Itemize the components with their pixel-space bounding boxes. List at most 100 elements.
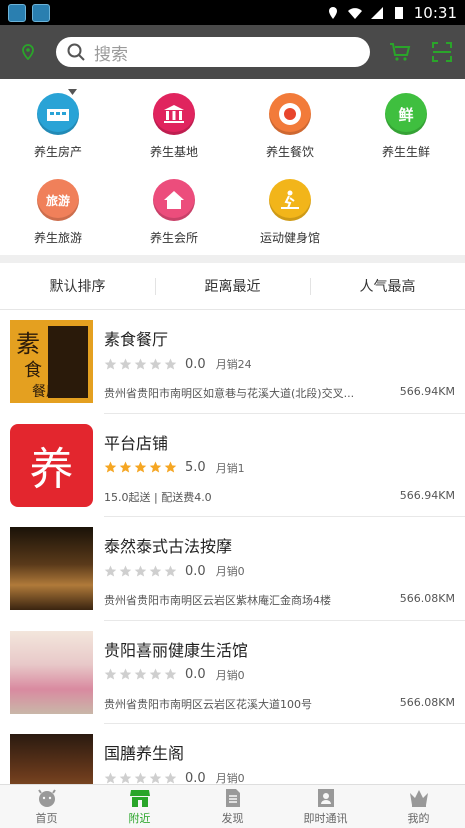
category-club[interactable]: 养生会所 — [116, 179, 232, 246]
rating-stars — [104, 772, 177, 785]
store-rating: 0.0 月销0 — [104, 563, 245, 579]
cart-button[interactable] — [380, 32, 420, 72]
thumb-glyph: 养 — [29, 444, 74, 495]
star-icon — [164, 668, 177, 680]
monthly-sales: 月销0 — [215, 565, 245, 578]
sort-default-tab[interactable]: 默认排序 — [0, 263, 155, 309]
cart-icon — [390, 43, 411, 61]
star-icon — [149, 358, 162, 369]
category-base[interactable]: 养生基地 — [116, 93, 232, 160]
store-rating: 0.0 月销0 — [104, 770, 245, 784]
tab-nearby[interactable]: 附近 — [93, 785, 186, 828]
store-item[interactable]: 素 食 餐厅 素食餐厅 0.0 月销24 贵州省贵阳市南明区如意巷与花溪大道(北… — [0, 310, 465, 414]
star-icon — [104, 772, 117, 783]
store-name: 泰然泰式古法按摩 — [104, 537, 233, 556]
shop-icon — [129, 789, 150, 807]
store-item[interactable]: 贵阳喜丽健康生活馆 0.0 月销0 贵州省贵阳市南明区云岩区花溪大道100号 5… — [0, 621, 465, 724]
category-label: 养生会所 — [149, 231, 198, 245]
category-housing[interactable]: 养生房产 — [0, 93, 116, 160]
star-icon — [134, 461, 147, 473]
status-time: 10:31 — [413, 3, 457, 22]
signal-icon — [370, 6, 383, 19]
rating-score: 0.0 — [185, 770, 206, 785]
status-bar: 10:31 — [0, 0, 465, 25]
store-name: 贵阳喜丽健康生活馆 — [104, 640, 249, 660]
rating-stars — [104, 461, 177, 474]
wifi-icon — [347, 7, 362, 19]
monthly-sales: 月销24 — [215, 358, 252, 371]
store-rating: 0.0 月销0 — [104, 667, 245, 683]
star-icon — [134, 772, 147, 783]
location-button[interactable] — [0, 25, 56, 79]
section-divider — [0, 255, 465, 263]
store-name: 平台店铺 — [104, 433, 169, 453]
store-item[interactable]: 养 平台店铺 5.0 月销1 15.0起送 | 配送费4.0 566.94KM — [0, 414, 465, 517]
rating-score: 0.0 — [185, 667, 206, 682]
star-icon — [119, 668, 132, 680]
store-name: 国膳养生阁 — [104, 744, 185, 763]
star-icon — [134, 668, 147, 680]
category-label: 养生餐饮 — [265, 145, 314, 159]
search-input[interactable]: 搜索 — [56, 37, 370, 67]
store-rating: 0.0 月销24 — [104, 356, 252, 372]
treadmill-icon — [269, 179, 311, 221]
store-name: 素食餐厅 — [104, 330, 169, 349]
battery-icon — [394, 6, 403, 19]
svg-text:餐厅: 餐厅 — [32, 384, 60, 400]
category-label: 养生生鲜 — [381, 145, 430, 159]
star-icon — [134, 358, 147, 369]
category-gym[interactable]: 运动健身馆 — [232, 179, 348, 246]
monthly-sales: 月销0 — [215, 772, 245, 784]
top-bar: 搜索 — [0, 25, 465, 79]
tab-home[interactable]: 首页 — [0, 785, 93, 828]
star-icon — [119, 772, 132, 783]
rating-stars — [104, 565, 177, 578]
store-address: 贵州省贵阳市南明区云岩区紫林庵汇金商场4楼 — [104, 594, 331, 607]
dropdown-indicator-icon — [68, 89, 77, 95]
store-distance: 566.94KM — [399, 385, 455, 398]
store-list: 素 食 餐厅 素食餐厅 0.0 月销24 贵州省贵阳市南明区如意巷与花溪大道(北… — [0, 310, 465, 784]
thumb-text-su: 素 — [16, 330, 40, 358]
tab-label: 首页 — [35, 811, 58, 825]
scan-button[interactable] — [422, 32, 462, 72]
category-dining[interactable]: 养生餐饮 — [232, 93, 348, 160]
travel-icon: 旅游 — [37, 179, 79, 221]
star-icon — [149, 461, 162, 473]
rating-score: 0.0 — [185, 563, 206, 579]
category-fresh[interactable]: 鲜 养生生鲜 — [348, 93, 464, 160]
star-icon — [149, 565, 162, 576]
tab-mine[interactable]: 我的 — [372, 785, 465, 828]
fresh-icon: 鲜 — [385, 93, 427, 135]
store-thumbnail: 素 食 餐厅 — [10, 320, 93, 403]
category-travel[interactable]: 旅游 养生旅游 — [0, 179, 116, 246]
tab-messaging[interactable]: 即时通讯 — [279, 785, 372, 828]
search-icon — [67, 43, 85, 61]
home-face-icon — [37, 788, 56, 807]
store-distance: 566.08KM — [399, 592, 455, 605]
star-icon — [104, 461, 117, 473]
store-thumbnail: 养 — [10, 423, 93, 507]
temple-icon — [153, 93, 195, 135]
category-label: 养生房产 — [33, 145, 82, 159]
tab-discover[interactable]: 发现 — [186, 785, 279, 828]
star-icon — [104, 668, 117, 680]
contact-icon — [317, 788, 334, 807]
star-icon — [104, 358, 117, 369]
star-icon — [164, 461, 177, 473]
star-icon — [119, 565, 132, 576]
store-address: 贵州省贵阳市南明区如意巷与花溪大道(北段)交叉... — [104, 387, 355, 400]
sort-popularity-tab[interactable]: 人气最高 — [310, 263, 465, 309]
rating-stars — [104, 358, 177, 371]
search-placeholder: 搜索 — [94, 44, 128, 65]
rating-stars — [104, 668, 177, 681]
document-icon — [225, 788, 240, 807]
store-item[interactable]: 泰然泰式古法按摩 0.0 月销0 贵州省贵阳市南明区云岩区紫林庵汇金商场4楼 5… — [0, 517, 465, 621]
store-item[interactable]: 国膳养生阁 0.0 月销0 — [0, 724, 465, 784]
store-rating: 5.0 月销1 — [104, 460, 245, 476]
tab-label: 附近 — [128, 811, 151, 825]
scan-icon — [432, 42, 452, 62]
sort-distance-tab[interactable]: 距离最近 — [155, 263, 310, 309]
store-address: 贵州省贵阳市南明区云岩区花溪大道100号 — [104, 697, 312, 711]
house-icon — [153, 179, 195, 221]
tab-label: 我的 — [407, 811, 430, 825]
